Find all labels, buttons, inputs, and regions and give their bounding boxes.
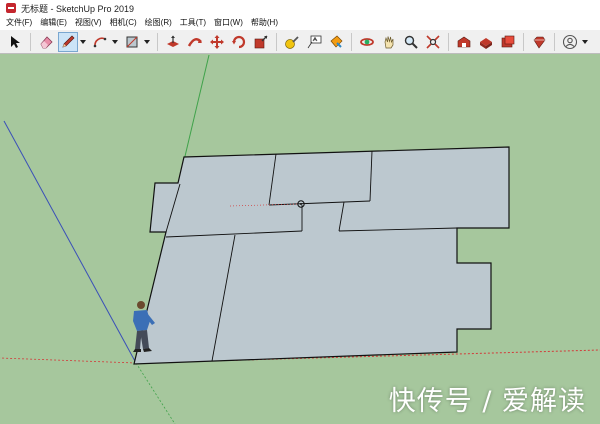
menu-window[interactable]: 窗口(W) bbox=[210, 16, 247, 30]
ruby-console-button[interactable] bbox=[529, 32, 549, 52]
select-icon bbox=[11, 35, 20, 48]
zoom-icon bbox=[404, 35, 418, 49]
title-bar: 无标题 - SketchUp Pro 2019 bbox=[0, 0, 600, 17]
rotate-tool-button[interactable] bbox=[229, 32, 249, 52]
orbit-tool-button[interactable] bbox=[357, 32, 377, 52]
layout-button[interactable] bbox=[498, 32, 518, 52]
account-dropdown[interactable] bbox=[581, 32, 589, 52]
account-icon bbox=[562, 34, 578, 49]
arc-tool-button[interactable] bbox=[90, 32, 110, 52]
scale-icon bbox=[254, 35, 268, 48]
follow-me-tool-button[interactable] bbox=[185, 32, 205, 52]
floor-plan-face[interactable] bbox=[133, 146, 510, 365]
menu-help[interactable]: 帮助(H) bbox=[247, 16, 282, 30]
layout-icon bbox=[501, 35, 515, 47]
zoom-tool-button[interactable] bbox=[401, 32, 421, 52]
account-button[interactable] bbox=[560, 32, 580, 52]
toolbar-divider bbox=[448, 32, 449, 51]
eraser-icon bbox=[40, 35, 53, 48]
arc-icon bbox=[93, 37, 107, 47]
line-tool-button[interactable] bbox=[58, 31, 78, 52]
model-viewport[interactable]: 快传号 / 爱解读 bbox=[0, 55, 600, 424]
line-tool-dropdown[interactable] bbox=[79, 32, 87, 52]
extension-warehouse-icon bbox=[480, 37, 492, 49]
zoom-extents-icon bbox=[426, 34, 440, 49]
orbit-icon bbox=[360, 37, 374, 46]
toolbar-divider bbox=[351, 32, 352, 51]
menu-camera[interactable]: 相机(C) bbox=[106, 16, 141, 30]
follow-me-icon bbox=[187, 37, 202, 47]
toolbar-divider bbox=[554, 32, 555, 51]
menu-view[interactable]: 视图(V) bbox=[71, 16, 106, 30]
pan-tool-button[interactable] bbox=[379, 32, 399, 52]
sketchup-logo-icon bbox=[6, 3, 16, 13]
window-title: 无标题 - SketchUp Pro 2019 bbox=[21, 3, 135, 14]
scene-canvas bbox=[0, 55, 600, 424]
paint-bucket-tool-button[interactable] bbox=[326, 32, 346, 52]
arc-tool-dropdown[interactable] bbox=[111, 32, 119, 52]
watermark-text: 快传号 / 爱解读 bbox=[388, 386, 586, 417]
paint-bucket-icon bbox=[330, 35, 343, 48]
menu-draw[interactable]: 绘图(R) bbox=[141, 16, 176, 30]
toolbar bbox=[0, 30, 600, 54]
tape-measure-icon bbox=[285, 35, 299, 49]
pencil-line-icon bbox=[62, 35, 75, 48]
warehouse-button[interactable] bbox=[454, 32, 474, 52]
rectangle-icon bbox=[126, 36, 138, 47]
move-icon bbox=[210, 34, 224, 49]
text-icon bbox=[307, 35, 322, 48]
toolbar-divider bbox=[523, 32, 524, 51]
rectangle-tool-dropdown[interactable] bbox=[143, 32, 151, 52]
cursor-center bbox=[300, 203, 302, 205]
tape-measure-tool-button[interactable] bbox=[282, 32, 302, 52]
toolbar-divider bbox=[30, 32, 31, 51]
select-tool-button[interactable] bbox=[5, 32, 25, 52]
scale-tool-button[interactable] bbox=[251, 32, 271, 52]
toolbar-divider bbox=[276, 32, 277, 51]
menu-file[interactable]: 文件(F) bbox=[0, 16, 36, 30]
sketchup-window: 无标题 - SketchUp Pro 2019 文件(F) 编辑(E) 视图(V… bbox=[0, 0, 600, 424]
push-pull-icon bbox=[167, 35, 179, 47]
menu-bar: 文件(F) 编辑(E) 视图(V) 相机(C) 绘图(R) 工具(T) 窗口(W… bbox=[0, 16, 600, 30]
eraser-tool-button[interactable] bbox=[36, 32, 56, 52]
push-pull-tool-button[interactable] bbox=[163, 32, 183, 52]
move-tool-button[interactable] bbox=[207, 32, 227, 52]
warehouse-icon bbox=[457, 36, 471, 47]
toolbar-divider bbox=[157, 32, 158, 51]
menu-edit[interactable]: 编辑(E) bbox=[36, 16, 71, 30]
menu-tools[interactable]: 工具(T) bbox=[176, 16, 210, 30]
zoom-extents-tool-button[interactable] bbox=[423, 32, 443, 52]
pan-icon bbox=[384, 35, 394, 48]
rotate-icon bbox=[232, 35, 246, 48]
text-tool-button[interactable] bbox=[304, 32, 324, 52]
rectangle-tool-button[interactable] bbox=[122, 32, 142, 52]
extension-warehouse-button[interactable] bbox=[476, 32, 496, 52]
ruby-icon bbox=[533, 36, 546, 49]
